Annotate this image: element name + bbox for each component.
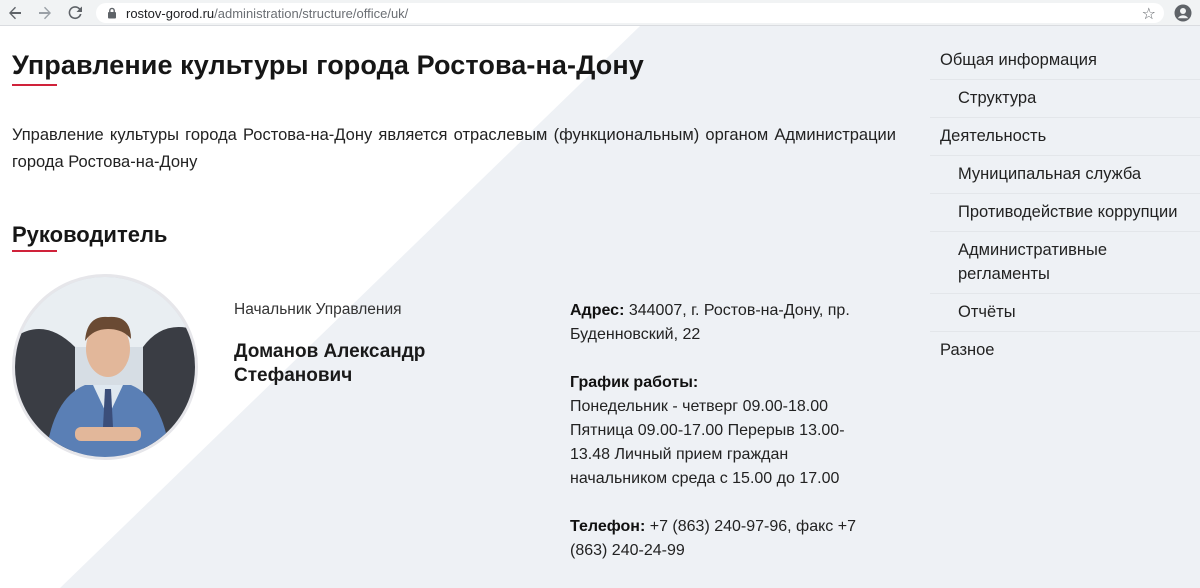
back-button[interactable] [0,0,30,26]
head-name: Доманов Александр Стефанович [234,341,426,386]
side-menu: Общая информация Структура Деятельность … [930,42,1200,369]
head-position: Начальник Управления [234,301,402,318]
menu-item-municipal-service[interactable]: Муниципальная служба [930,156,1200,194]
forward-arrow-icon [39,6,51,19]
url-domain: rostov-gorod.ru [126,5,215,21]
menu-item-admin-regulations[interactable]: Административные регламенты [930,232,1200,294]
phone-block: Телефон: +7 (863) 240-97-96, факс +7 (86… [570,515,870,563]
address-block: Адрес: 344007, г. Ростов-на-Дону, пр. Бу… [570,299,870,347]
star-icon[interactable]: ☆ [1142,4,1156,24]
phone-label: Телефон: [570,518,646,535]
page-title: Управление культуры города Ростова-на-До… [12,50,644,80]
schedule-block: График работы: Понедельник - четверг 09.… [570,371,870,491]
url-path: /administration/structure/office/uk/ [214,5,409,21]
reload-icon [68,5,82,19]
menu-item-structure[interactable]: Структура [930,80,1200,118]
page-content: Управление культуры города Ростова-на-До… [0,26,1200,588]
menu-item-activity[interactable]: Деятельность [930,118,1200,156]
section-accent-line [12,250,57,252]
account-icon[interactable] [1174,4,1192,22]
address-label: Адрес: [570,302,625,319]
forward-button[interactable] [30,0,60,26]
head-photo [12,274,198,460]
lock-icon [106,7,118,19]
schedule-label: График работы: [570,374,699,391]
reload-button[interactable] [60,0,90,26]
menu-item-reports[interactable]: Отчёты [930,294,1200,332]
back-arrow-icon [9,6,21,19]
menu-item-misc[interactable]: Разное [930,332,1200,369]
browser-toolbar: rostov-gorod.ru/administration/structure… [0,0,1200,26]
menu-item-anti-corruption[interactable]: Противодействие коррупции [930,194,1200,232]
contacts-block: Адрес: 344007, г. Ростов-на-Дону, пр. Бу… [570,299,870,587]
title-accent-line [12,84,57,86]
schedule-value: Понедельник - четверг 09.00-18.00 Пятниц… [570,398,845,487]
intro-text: Управление культуры города Ростова-на-До… [12,126,896,171]
address-bar[interactable]: rostov-gorod.ru/administration/structure… [96,3,1164,23]
menu-item-general-info[interactable]: Общая информация [930,42,1200,80]
section-title: Руководитель [12,222,168,247]
